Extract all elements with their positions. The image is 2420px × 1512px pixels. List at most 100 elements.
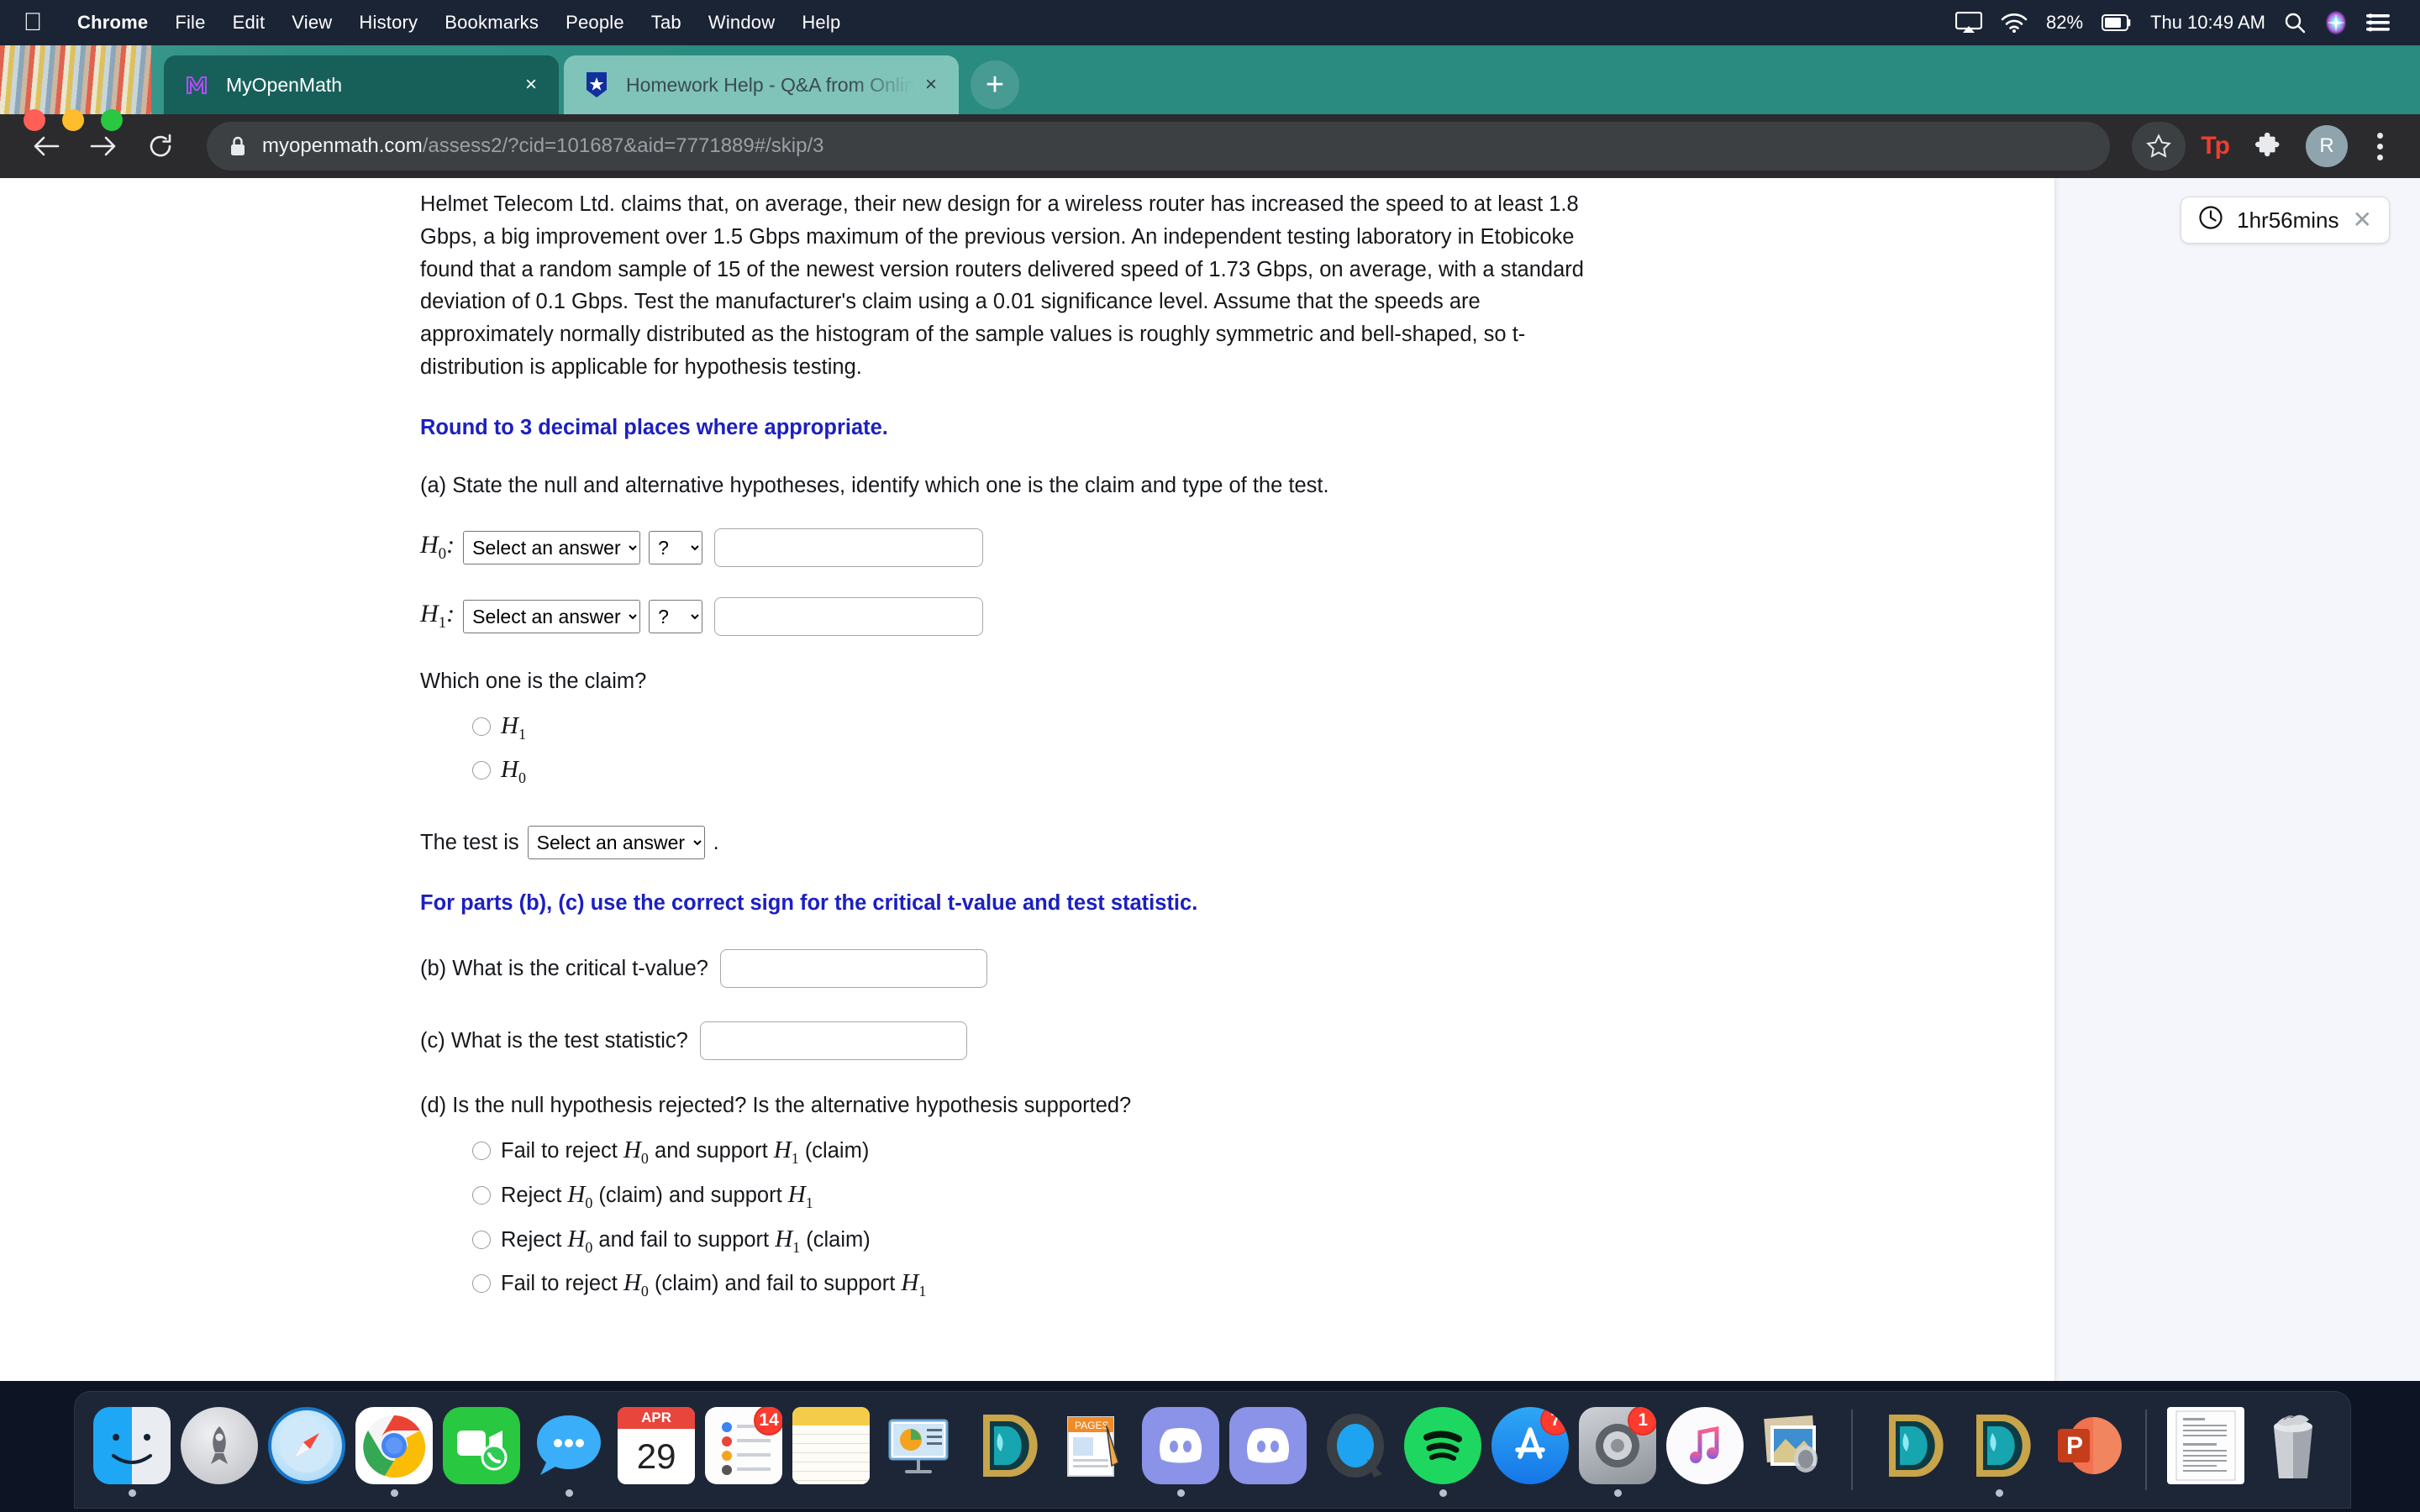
reload-button[interactable] xyxy=(136,122,185,171)
dock-item-trash[interactable] xyxy=(2253,1403,2333,1497)
radio-circle-icon[interactable] xyxy=(472,1142,491,1161)
part-d-option-label: Fail to reject H0 and support H1 (claim) xyxy=(501,1137,870,1167)
dock-item-launchpad[interactable] xyxy=(179,1403,260,1497)
radio-circle-icon[interactable] xyxy=(472,761,491,780)
dock-item-powerpoint[interactable]: P xyxy=(2046,1403,2127,1497)
part-d-option-3[interactable]: Reject H0 and fail to support H1 (claim) xyxy=(472,1226,1731,1257)
control-center-icon[interactable] xyxy=(2366,13,2390,32)
h0-parameter-select[interactable]: Select an answer xyxy=(463,530,641,564)
new-tab-button[interactable]: + xyxy=(971,60,1019,109)
menu-item-help[interactable]: Help xyxy=(788,12,854,34)
tab-strip: MyOpenMath × Homework Help - Q&A from On… xyxy=(0,45,2420,131)
h1-value-input[interactable] xyxy=(714,596,984,636)
radio-circle-icon[interactable] xyxy=(472,1230,491,1249)
dock-item-preview[interactable] xyxy=(1752,1403,1833,1497)
wifi-icon[interactable] xyxy=(2001,13,2028,33)
dock-item-discord[interactable] xyxy=(1140,1403,1221,1497)
part-d-option-2[interactable]: Reject H0 (claim) and support H1 xyxy=(472,1181,1731,1212)
pages-icon: PAGES xyxy=(1055,1407,1132,1484)
sign-instruction: For parts (b), (c) use the correct sign … xyxy=(420,891,1198,916)
dock-item-reminders[interactable]: 14 xyxy=(703,1403,784,1497)
close-window-button[interactable] xyxy=(24,109,45,131)
maximize-window-button[interactable] xyxy=(101,109,123,131)
dock-item-safari[interactable] xyxy=(266,1403,347,1497)
close-timer-button[interactable]: ✕ xyxy=(2353,208,2372,232)
clock-label[interactable]: Thu 10:49 AM xyxy=(2150,12,2265,34)
dock-item-itunes[interactable] xyxy=(1665,1403,1745,1497)
dock-item-pages[interactable]: PAGES xyxy=(1053,1403,1134,1497)
dock-item-lol-client-1[interactable] xyxy=(1871,1403,1952,1497)
reminders-icon: 14 xyxy=(705,1407,783,1484)
running-indicator xyxy=(915,1489,923,1497)
menu-item-people[interactable]: People xyxy=(552,12,638,34)
teacherspayteachers-extension-icon[interactable]: Tp xyxy=(2189,132,2240,160)
test-type-select[interactable]: Select an answer xyxy=(527,826,705,860)
dock-item-discord-canary[interactable] xyxy=(1228,1403,1308,1497)
league-of-legends-client-icon xyxy=(1873,1407,1950,1484)
close-tab-button[interactable]: × xyxy=(917,73,945,97)
extensions-puzzle-icon[interactable] xyxy=(2244,122,2292,171)
chrome-icon xyxy=(355,1407,434,1484)
close-tab-button[interactable]: × xyxy=(517,73,545,97)
dock-item-notes[interactable] xyxy=(791,1403,871,1497)
part-a-prompt: (a) State the null and alternative hypot… xyxy=(420,473,1329,497)
league-of-legends-icon xyxy=(967,1407,1044,1484)
dock-item-app-store[interactable]: 7 xyxy=(1490,1403,1570,1497)
dock-item-chrome[interactable] xyxy=(354,1403,434,1497)
running-indicator xyxy=(390,1489,398,1497)
battery-icon[interactable] xyxy=(2102,14,2132,31)
critical-t-value-input[interactable] xyxy=(719,949,987,989)
claim-option-h0[interactable]: H0 xyxy=(472,756,1731,787)
dock-item-keynote[interactable] xyxy=(878,1403,959,1497)
dock-item-system-preferences[interactable]: 1 xyxy=(1577,1403,1658,1497)
dock-item-quicktime[interactable] xyxy=(1315,1403,1396,1497)
spotlight-search-icon[interactable] xyxy=(2284,12,2306,34)
part-d-option-4[interactable]: Fail to reject H0 (claim) and fail to su… xyxy=(472,1269,1731,1300)
h1-operator-select[interactable]: ? xyxy=(649,599,703,633)
dock-item-facetime[interactable] xyxy=(441,1403,522,1497)
bookmark-star-icon[interactable] xyxy=(2132,122,2186,171)
h1-parameter-select[interactable]: Select an answer xyxy=(463,599,641,633)
calendar-day-label: 29 xyxy=(636,1436,676,1476)
profile-avatar[interactable]: R xyxy=(2306,125,2348,167)
airplay-icon[interactable] xyxy=(1954,12,1982,34)
clock-icon xyxy=(2198,205,2223,236)
address-bar[interactable]: myopenmath.com/assess2/?cid=101687&aid=7… xyxy=(207,122,2111,171)
dock-item-finder[interactable] xyxy=(92,1403,172,1497)
radio-circle-icon[interactable] xyxy=(472,717,491,736)
tab-homework-help[interactable]: Homework Help - Q&A from Online Tutors × xyxy=(564,55,959,114)
itunes-icon xyxy=(1666,1407,1744,1484)
tab-myopenmath[interactable]: MyOpenMath × xyxy=(164,55,559,114)
keynote-icon xyxy=(880,1407,957,1484)
menu-item-bookmarks[interactable]: Bookmarks xyxy=(431,12,552,34)
chrome-menu-button[interactable] xyxy=(2361,132,2398,160)
menu-item-edit[interactable]: Edit xyxy=(219,12,279,34)
league-of-legends-client-icon xyxy=(1960,1407,2038,1484)
menu-item-window[interactable]: Window xyxy=(695,12,788,34)
h0-operator-select[interactable]: ? xyxy=(649,530,703,564)
minimize-window-button[interactable] xyxy=(62,109,84,131)
quicktime-icon xyxy=(1317,1407,1394,1484)
dock-item-league-of-legends[interactable] xyxy=(965,1403,1046,1497)
menu-item-view[interactable]: View xyxy=(278,12,345,34)
menu-item-file[interactable]: File xyxy=(161,12,218,34)
dock-item-document-file[interactable] xyxy=(2165,1403,2246,1497)
dock-item-lol-client-2[interactable] xyxy=(1959,1403,2039,1497)
part-d-option-1[interactable]: Fail to reject H0 and support H1 (claim) xyxy=(472,1137,1731,1168)
radio-circle-icon[interactable] xyxy=(472,1185,491,1205)
radio-circle-icon[interactable] xyxy=(472,1274,491,1294)
siri-icon[interactable] xyxy=(2324,10,2348,35)
menu-item-chrome[interactable]: Chrome xyxy=(64,12,161,34)
question-body-text: Helmet Telecom Ltd. claims that, on aver… xyxy=(420,192,1584,379)
claim-option-h1[interactable]: H1 xyxy=(472,712,1731,743)
test-statistic-input[interactable] xyxy=(699,1021,967,1061)
menu-item-tab[interactable]: Tab xyxy=(638,12,695,34)
dock-item-spotify[interactable] xyxy=(1402,1403,1483,1497)
timer-remaining-label: 1hr56mins xyxy=(2237,207,2339,233)
menu-item-history[interactable]: History xyxy=(345,12,431,34)
dock-item-messages[interactable] xyxy=(529,1403,609,1497)
apple-menu-icon[interactable]:  xyxy=(22,9,44,36)
dock-item-calendar[interactable]: APR 29 xyxy=(616,1403,697,1497)
powerpoint-icon: P xyxy=(2048,1407,2125,1484)
h0-value-input[interactable] xyxy=(714,528,984,567)
